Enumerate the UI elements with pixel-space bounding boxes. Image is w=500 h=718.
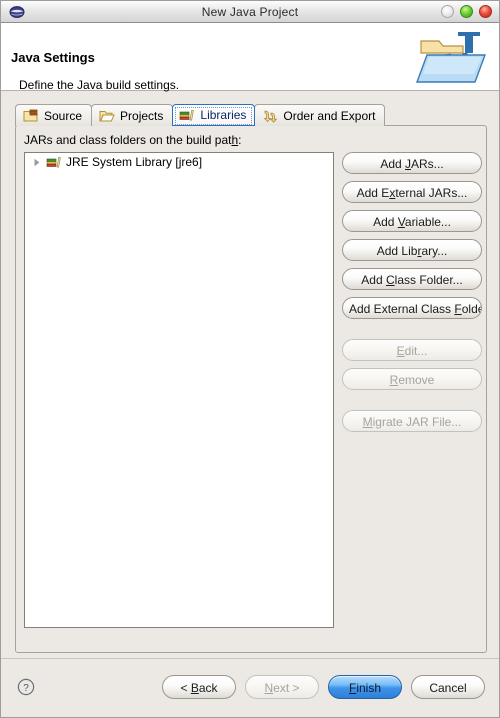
libraries-books-icon xyxy=(179,108,195,122)
tab-label: Order and Export xyxy=(283,108,376,123)
svg-text:?: ? xyxy=(23,683,29,694)
add-external-jars-button[interactable]: Add External JARs... xyxy=(342,181,482,203)
wizard-header: Java Settings Define the Java build sett… xyxy=(1,23,499,92)
settings-tabs: Source Projects Libraries Order and Expo… xyxy=(15,103,386,126)
edit-button[interactable]: Edit... xyxy=(342,339,482,361)
add-library-button[interactable]: Add Library... xyxy=(342,239,482,261)
minimize-button[interactable] xyxy=(441,5,454,18)
tab-libraries[interactable]: Libraries xyxy=(172,104,256,126)
page-subtitle: Define the Java build settings. xyxy=(19,78,180,92)
new-java-project-dialog: New Java Project Java Settings Define th… xyxy=(0,0,500,718)
wizard-nav-buttons: < Back Next > Finish Cancel xyxy=(162,675,485,699)
window-title: New Java Project xyxy=(201,4,299,19)
window-controls xyxy=(441,5,492,18)
list-item[interactable]: JRE System Library [jre6] xyxy=(25,153,333,171)
order-export-arrows-icon xyxy=(262,109,278,123)
finish-button[interactable]: Finish xyxy=(328,675,402,699)
add-external-class-folder-button[interactable]: Add External Class Folder... xyxy=(342,297,482,319)
java-project-folder-icon xyxy=(413,29,491,87)
dialog-footer: ? < Back Next > Finish Cancel xyxy=(1,658,499,717)
next-button[interactable]: Next > xyxy=(245,675,319,699)
projects-folder-icon xyxy=(99,109,115,123)
title-bar: New Java Project xyxy=(1,1,499,23)
source-folder-icon xyxy=(23,109,39,123)
tab-label: Source xyxy=(44,108,83,123)
add-class-folder-button[interactable]: Add Class Folder... xyxy=(342,268,482,290)
tab-order-and-export[interactable]: Order and Export xyxy=(254,104,386,126)
close-button[interactable] xyxy=(479,5,492,18)
library-books-icon xyxy=(46,155,62,169)
migrate-jar-file-button[interactable]: Migrate JAR File... xyxy=(342,410,482,432)
tab-projects[interactable]: Projects xyxy=(91,104,174,126)
eclipse-sphere-icon xyxy=(9,4,25,20)
chevron-right-icon[interactable] xyxy=(31,157,42,168)
tab-label: Projects xyxy=(120,108,164,123)
maximize-button[interactable] xyxy=(460,5,473,18)
page-title: Java Settings xyxy=(11,50,95,65)
add-jars-button[interactable]: Add JARs... xyxy=(342,152,482,174)
remove-button[interactable]: Remove xyxy=(342,368,482,390)
library-actions: Add JARs... Add External JARs... Add Var… xyxy=(342,152,482,439)
build-path-label-suffix: : xyxy=(238,133,242,147)
tab-source[interactable]: Source xyxy=(15,104,93,126)
back-button[interactable]: < Back xyxy=(162,675,236,699)
cancel-button[interactable]: Cancel xyxy=(411,675,485,699)
tab-label: Libraries xyxy=(200,108,247,122)
libraries-panel: JARs and class folders on the build path… xyxy=(15,125,487,653)
help-question-icon[interactable]: ? xyxy=(17,678,35,696)
build-path-label-text: JARs and class folders on the build pat xyxy=(24,133,232,147)
list-item-label: JRE System Library [jre6] xyxy=(66,155,203,169)
build-path-listbox[interactable]: JRE System Library [jre6] xyxy=(24,152,334,628)
build-path-label: JARs and class folders on the build path… xyxy=(24,133,241,147)
add-variable-button[interactable]: Add Variable... xyxy=(342,210,482,232)
